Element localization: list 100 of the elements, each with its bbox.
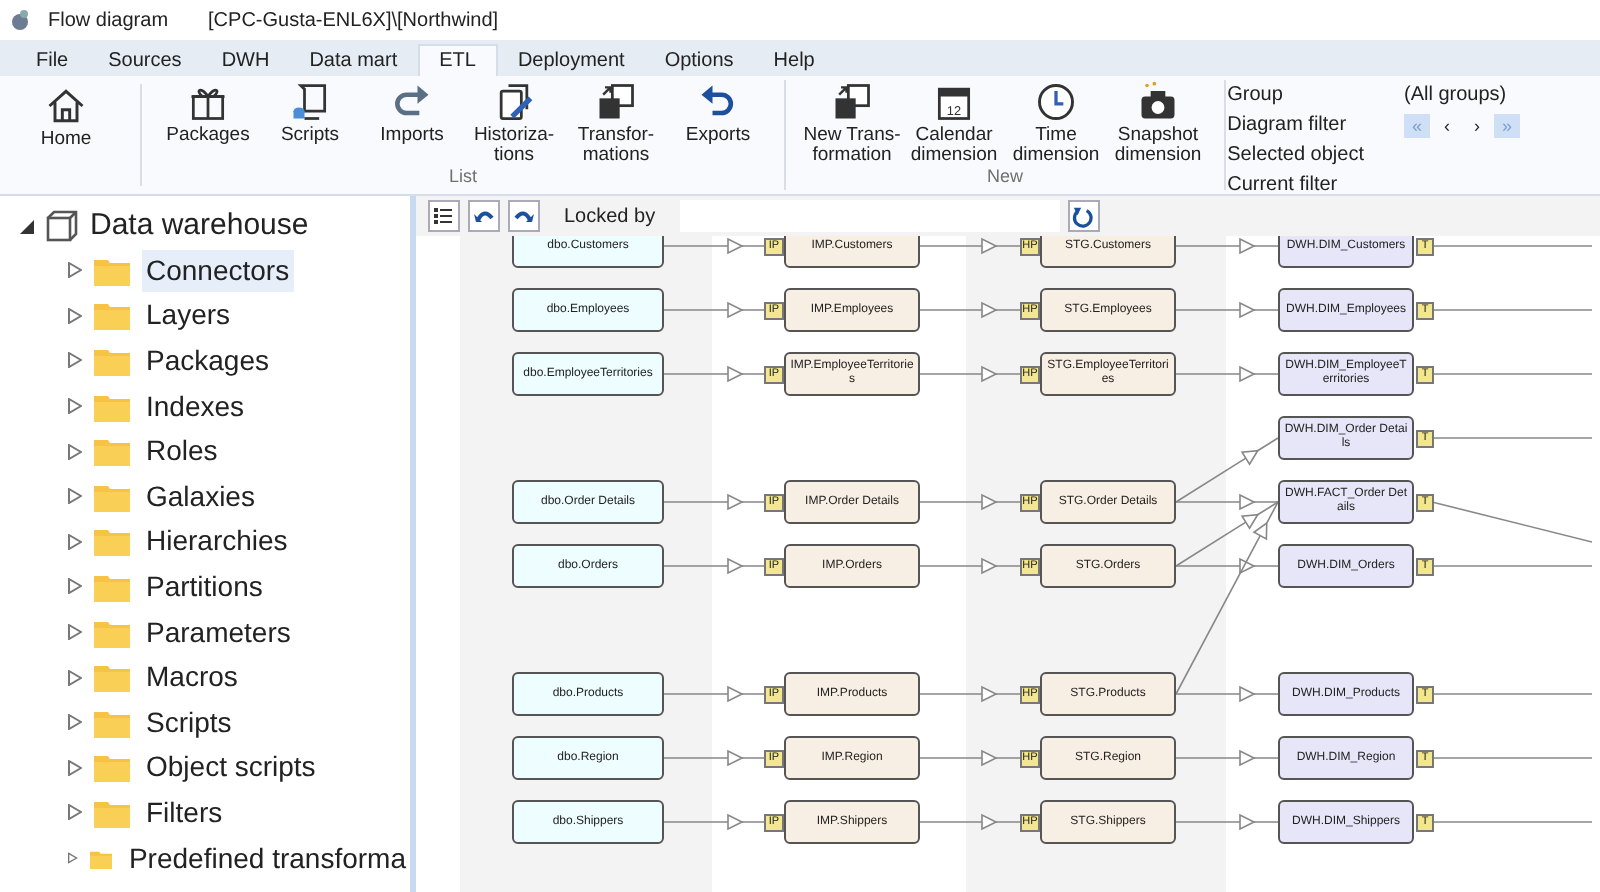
tree-item[interactable]: Object scripts [142,746,320,789]
collapsed-caret-icon[interactable] [68,352,82,369]
connector-arrow [1175,301,1279,319]
collapsed-caret-icon[interactable] [68,578,82,595]
menu-tab[interactable]: Help [753,44,835,76]
tree-root-label[interactable]: Data warehouse [90,203,309,249]
tree-item[interactable]: Scripts [142,701,236,744]
undo-icon [474,208,494,224]
connector-arrow [663,813,767,831]
tree-item[interactable]: Filters [142,791,227,834]
connector-arrow [1175,813,1279,831]
collapsed-caret-icon[interactable] [68,669,82,686]
info-label: Current filter [1227,172,1340,200]
collapsed-caret-icon[interactable] [68,262,82,279]
cube-icon [46,210,78,242]
ribbon-button[interactable]: Transfor- mations [566,80,666,166]
menu-tab[interactable]: Options [644,44,754,76]
ribbon-button[interactable]: Snapshot dimension [1108,80,1208,166]
tree-item[interactable]: Galaxies [142,475,259,518]
ribbon-button[interactable]: Scripts [260,80,360,166]
menu-tab[interactable]: Sources [88,44,202,76]
connector-arrow [919,365,1021,383]
collapsed-caret-icon[interactable] [68,759,82,776]
collapsed-caret-icon[interactable] [68,624,82,641]
tree-item[interactable]: Partitions [142,565,267,608]
ribbon-button[interactable]: New Trans- formation [802,80,902,166]
folder-icon [94,571,130,602]
menu-tab[interactable]: Data mart [289,44,418,76]
collapsed-caret-icon[interactable] [68,850,78,867]
folder-icon [94,526,130,557]
connector-arrow [919,557,1021,575]
collapsed-caret-icon[interactable] [68,804,82,821]
window-path: [CPC-Gusta-ENL6X]\[Northwind] [208,7,499,35]
connector-arrow [663,365,767,383]
folder-icon [94,752,130,783]
ribbon-button[interactable]: Imports [362,80,462,166]
menu-tab[interactable]: ETL [417,44,498,76]
tree-item[interactable]: Roles [142,430,222,473]
menu-tab[interactable]: DWH [201,44,290,76]
redo-button[interactable] [508,200,540,232]
refresh-icon [1072,205,1095,227]
undo-button[interactable] [468,200,500,232]
menu-tab[interactable]: Deployment [497,44,645,76]
group-label: New [986,166,1023,190]
ribbon-button[interactable]: Packages [158,80,258,166]
collapsed-caret-icon[interactable] [68,443,82,460]
connector-arrow [1175,365,1279,383]
ribbon-button[interactable]: Home [16,84,116,150]
info-value: (All groups) [1404,82,1507,110]
ribbon-button[interactable]: Exports [668,80,768,166]
connector-arrow [663,749,767,767]
connector-arrow [919,301,1021,319]
house-icon [44,84,88,128]
tree-item[interactable]: Layers [142,294,235,337]
folder-icon [94,436,130,467]
group-label: List [448,166,477,190]
connector-arrow [663,301,767,319]
folder-icon [94,797,130,828]
connector-arrow [919,749,1021,767]
list-icon [434,206,454,226]
tree-item[interactable]: Connectors [142,249,294,292]
expanded-caret-icon[interactable] [20,219,34,233]
folder-icon [94,255,130,286]
collapsed-caret-icon[interactable] [68,398,82,415]
ribbon-button[interactable]: Historiza- tions [464,80,564,166]
ribbon-button[interactable]: Time dimension [1006,80,1106,166]
connector-arrow [663,557,767,575]
list-view-button[interactable] [428,200,460,232]
nav-button[interactable]: › [1464,113,1490,137]
info-label: Group [1227,82,1285,110]
collapsed-caret-icon[interactable] [68,533,82,550]
app-icon [8,8,32,32]
collapsed-caret-icon[interactable] [68,307,82,324]
folder-icon [94,707,130,738]
collapsed-caret-icon[interactable] [68,488,82,505]
connector-arrow [663,493,767,511]
tree-item[interactable]: Predefined transforma [124,837,410,880]
folder-icon [94,617,130,648]
tree-item[interactable]: Indexes [142,385,249,428]
info-label: Diagram filter [1227,112,1349,140]
folder-icon [94,345,130,376]
window-title: Flow diagram [48,7,169,35]
tree-item[interactable]: Macros [142,656,242,699]
collapsed-caret-icon[interactable] [68,714,82,731]
refresh-button[interactable] [1067,200,1100,232]
menu-tab[interactable]: File [16,44,89,76]
nav-button[interactable]: ‹ [1434,113,1460,137]
tree-item[interactable]: Packages [142,339,273,382]
connector-arrow [919,813,1021,831]
folder-icon [94,300,130,331]
folder-icon [94,662,130,693]
info-label: Selected object [1227,142,1364,170]
connector-arrow [919,685,1021,703]
folder-icon [94,481,130,512]
connector-arrow [663,685,767,703]
folder-icon [94,391,130,422]
tree-item[interactable]: Hierarchies [142,520,292,563]
connector-arrow [919,493,1021,511]
tree-item[interactable]: Parameters [142,611,295,654]
connector-arrow [1175,749,1279,767]
